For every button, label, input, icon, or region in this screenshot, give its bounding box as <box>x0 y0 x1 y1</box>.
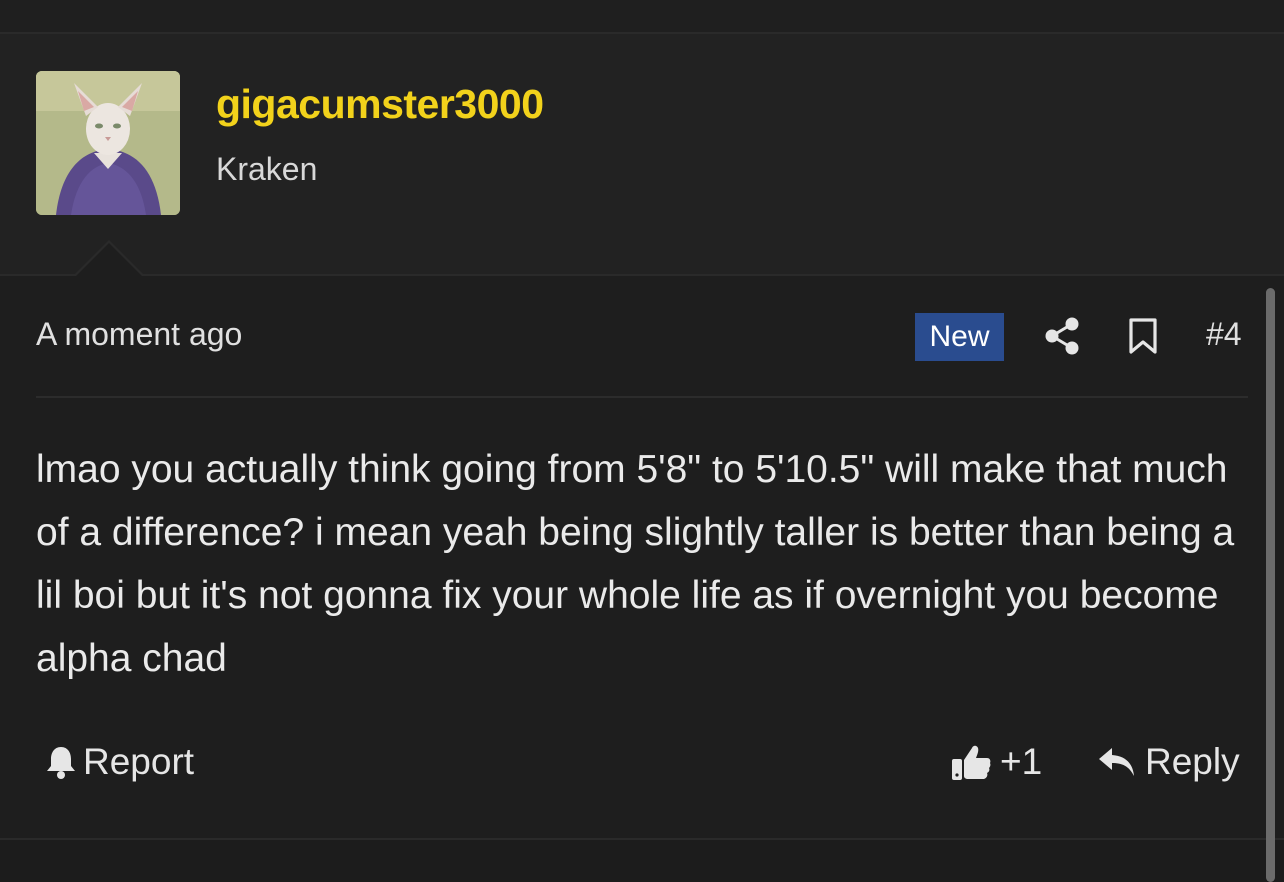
report-label: Report <box>83 741 195 782</box>
top-strip <box>0 0 1284 34</box>
report-button[interactable]: Report <box>45 741 194 783</box>
post: A moment ago New #4 lmao you actually th… <box>0 276 1284 840</box>
reply-icon <box>1099 748 1134 776</box>
share-icon[interactable] <box>1043 316 1081 356</box>
reply-label: Reply <box>1145 741 1240 782</box>
bookmark-icon[interactable] <box>1127 317 1159 355</box>
avatar[interactable] <box>36 71 180 215</box>
scrollbar[interactable] <box>1266 288 1275 882</box>
post-body: lmao you actually think going from 5'8" … <box>36 448 1235 680</box>
post-time[interactable]: A moment ago <box>36 316 242 353</box>
user-block: gigacumster3000 Kraken <box>0 34 1284 276</box>
thumbs-up-icon <box>952 745 991 780</box>
post-number[interactable]: #4 <box>1206 316 1242 353</box>
username[interactable]: gigacumster3000 <box>216 81 544 128</box>
like-button[interactable]: +1 <box>950 741 1042 783</box>
new-badge: New <box>915 313 1004 361</box>
bottom-strip <box>0 840 1284 882</box>
user-title: Kraken <box>216 151 318 187</box>
reply-button[interactable]: Reply <box>1097 741 1240 783</box>
divider <box>36 396 1248 398</box>
post-pointer-inner <box>76 243 142 276</box>
bell-icon <box>47 747 75 779</box>
avatar-image <box>36 71 180 215</box>
like-count: +1 <box>1000 741 1043 782</box>
